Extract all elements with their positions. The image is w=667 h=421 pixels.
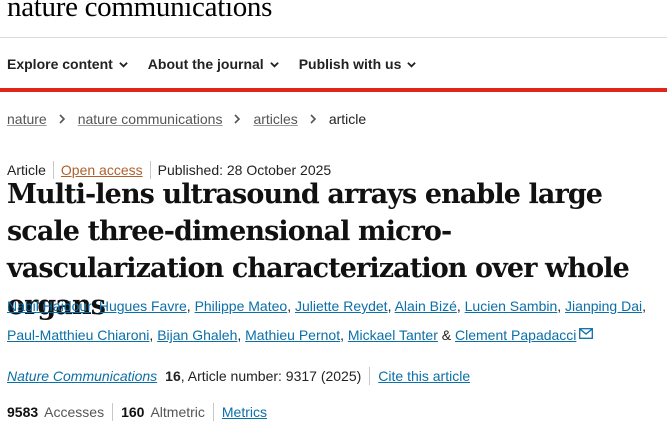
metrics-bar: 9583 Accesses 160 Altmetric Metrics (7, 403, 267, 421)
breadcrumb-nature[interactable]: nature (7, 111, 47, 127)
metrics-divider (212, 403, 214, 421)
metrics-link[interactable]: Metrics (222, 404, 267, 420)
journal-link[interactable]: Nature Communications (7, 368, 157, 384)
chevron-right-icon (234, 114, 241, 124)
chevron-right-icon (310, 114, 316, 124)
author-link[interactable]: Nabil Haidour (7, 298, 91, 314)
nav-label: About the journal (147, 56, 264, 72)
author-link[interactable]: Alain Bizé (395, 298, 457, 314)
author-link[interactable]: Jianping Dai (565, 298, 642, 314)
accent-bar (0, 88, 667, 92)
author-link[interactable]: Bijan Ghaleh (157, 327, 237, 343)
corresponding-author-link[interactable]: Clement Papadacci (455, 327, 576, 343)
citation-divider (369, 367, 371, 385)
breadcrumb: nature nature communications articles ar… (7, 111, 366, 127)
author-link[interactable]: Mickael Tanter (348, 327, 438, 343)
accesses-label: Accesses (44, 404, 105, 420)
metrics-divider (112, 403, 114, 421)
author-link[interactable]: Lucien Sambin (465, 298, 558, 314)
volume: 16 (165, 368, 181, 384)
email-icon[interactable] (579, 328, 594, 339)
citation-line: Nature Communications 16 , Article numbe… (7, 367, 470, 385)
nav-explore-content[interactable]: Explore content (7, 55, 128, 73)
cite-article-link[interactable]: Cite this article (378, 368, 470, 384)
main-nav: Explore content About the journal Publis… (7, 55, 417, 73)
header-divider (0, 37, 667, 38)
author-link[interactable]: Philippe Mateo (195, 298, 288, 314)
author-link[interactable]: Mathieu Pernot (245, 327, 340, 343)
accesses-count: 9583 (7, 404, 39, 420)
author-link[interactable]: Juliette Reydet (295, 298, 388, 314)
chevron-down-icon (407, 61, 417, 68)
journal-logo[interactable]: nature communications (7, 0, 272, 24)
author-ampersand: & (441, 327, 452, 343)
chevron-down-icon (119, 61, 128, 68)
author-list: Nabil Haidour, Hugues Favre, Philippe Ma… (7, 298, 646, 343)
breadcrumb-nature-communications[interactable]: nature communications (78, 111, 223, 127)
breadcrumb-current: article (328, 111, 367, 127)
chevron-right-icon (59, 114, 65, 124)
author-link[interactable]: Hugues Favre (99, 298, 187, 314)
breadcrumb-articles[interactable]: articles (253, 111, 297, 127)
altmetric-count: 160 (121, 404, 145, 420)
chevron-down-icon (269, 61, 279, 68)
article-number: , Article number: 9317 (2025) (180, 368, 362, 384)
nav-publish-with-us[interactable]: Publish with us (299, 55, 417, 73)
nav-about-journal[interactable]: About the journal (148, 55, 279, 73)
author-link[interactable]: Paul-Matthieu Chiaroni (7, 327, 149, 343)
altmetric-label: Altmetric (150, 404, 205, 420)
nav-label: Explore content (7, 56, 113, 72)
nav-label: Publish with us (298, 56, 402, 72)
